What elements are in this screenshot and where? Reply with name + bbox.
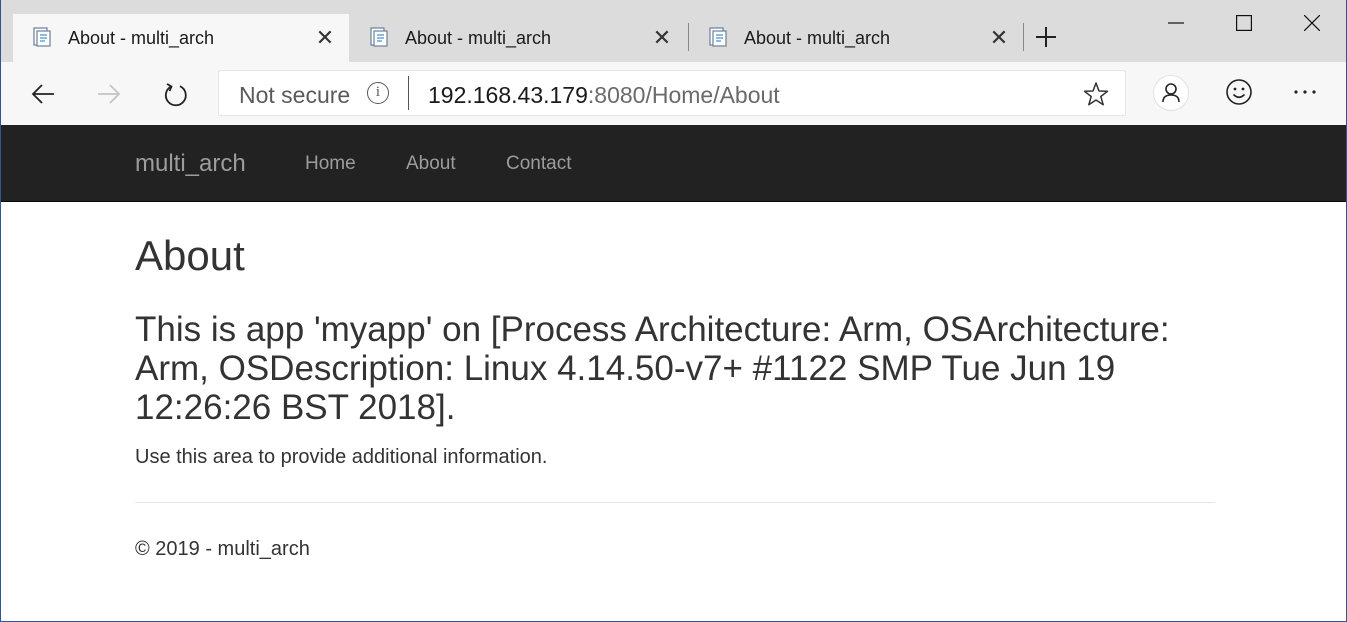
minimize-button[interactable] <box>1142 0 1210 46</box>
star-icon[interactable] <box>1083 81 1109 107</box>
tab-title: About - multi_arch <box>68 28 215 48</box>
url-text[interactable]: 192.168.43.179:8080/Home/About <box>428 82 780 108</box>
tab-strip: About - multi_arch ✕ About - multi_arch … <box>1 0 1346 62</box>
maximize-icon <box>1236 15 1252 31</box>
profile-button[interactable] <box>1153 75 1189 111</box>
nav-link-about[interactable]: About <box>406 153 456 175</box>
page-favicon-icon <box>33 27 51 47</box>
tab-2[interactable]: About - multi_arch ✕ <box>350 14 686 62</box>
url-path: :8080/Home/About <box>587 82 780 108</box>
more-icon <box>1294 90 1316 94</box>
maximize-button[interactable] <box>1210 0 1278 46</box>
close-window-button[interactable] <box>1278 0 1346 46</box>
site-navbar: multi_arch Home About Contact <box>1 125 1346 202</box>
tab-separator <box>1023 23 1024 51</box>
forward-arrow-icon <box>98 84 121 104</box>
minimize-icon <box>1168 22 1184 24</box>
more-button[interactable] <box>1288 75 1324 111</box>
address-bar[interactable]: Not secure i 192.168.43.179:8080/Home/Ab… <box>218 70 1126 116</box>
close-icon[interactable]: ✕ <box>987 26 1011 50</box>
additional-info-text: Use this area to provide additional info… <box>135 446 548 468</box>
app-info-heading: This is app 'myapp' on [Process Architec… <box>135 310 1170 427</box>
plus-icon[interactable] <box>1031 22 1061 52</box>
info-icon[interactable]: i <box>367 82 389 104</box>
profile-icon <box>1162 83 1180 103</box>
tab-1[interactable]: About - multi_arch ✕ <box>13 14 349 62</box>
tab-3[interactable]: About - multi_arch ✕ <box>689 14 1021 62</box>
close-icon[interactable]: ✕ <box>313 26 337 50</box>
page-favicon-icon <box>370 27 388 47</box>
forward-button[interactable] <box>91 76 127 112</box>
page-favicon-icon <box>709 27 727 47</box>
feedback-button[interactable] <box>1222 75 1258 111</box>
back-arrow-icon <box>31 84 54 104</box>
close-icon[interactable]: ✕ <box>650 26 674 50</box>
tab-title: About - multi_arch <box>744 28 891 48</box>
refresh-button[interactable] <box>157 76 193 112</box>
nav-link-home[interactable]: Home <box>305 153 356 175</box>
nav-link-contact[interactable]: Contact <box>506 153 571 175</box>
footer-copyright: © 2019 - multi_arch <box>135 538 310 560</box>
back-button[interactable] <box>25 76 61 112</box>
site-brand-link[interactable]: multi_arch <box>135 149 246 179</box>
security-label[interactable]: Not secure <box>239 82 350 108</box>
tab-title: About - multi_arch <box>405 28 552 48</box>
page-title: About <box>135 232 245 279</box>
url-host: 192.168.43.179 <box>428 82 588 108</box>
footer-divider <box>135 502 1215 503</box>
browser-window: About - multi_arch ✕ About - multi_arch … <box>0 0 1347 622</box>
refresh-icon <box>164 83 187 107</box>
browser-toolbar: Not secure i 192.168.43.179:8080/Home/Ab… <box>1 62 1346 125</box>
address-divider <box>408 76 409 110</box>
close-window-icon <box>1304 15 1320 31</box>
smiley-icon <box>1226 79 1252 105</box>
